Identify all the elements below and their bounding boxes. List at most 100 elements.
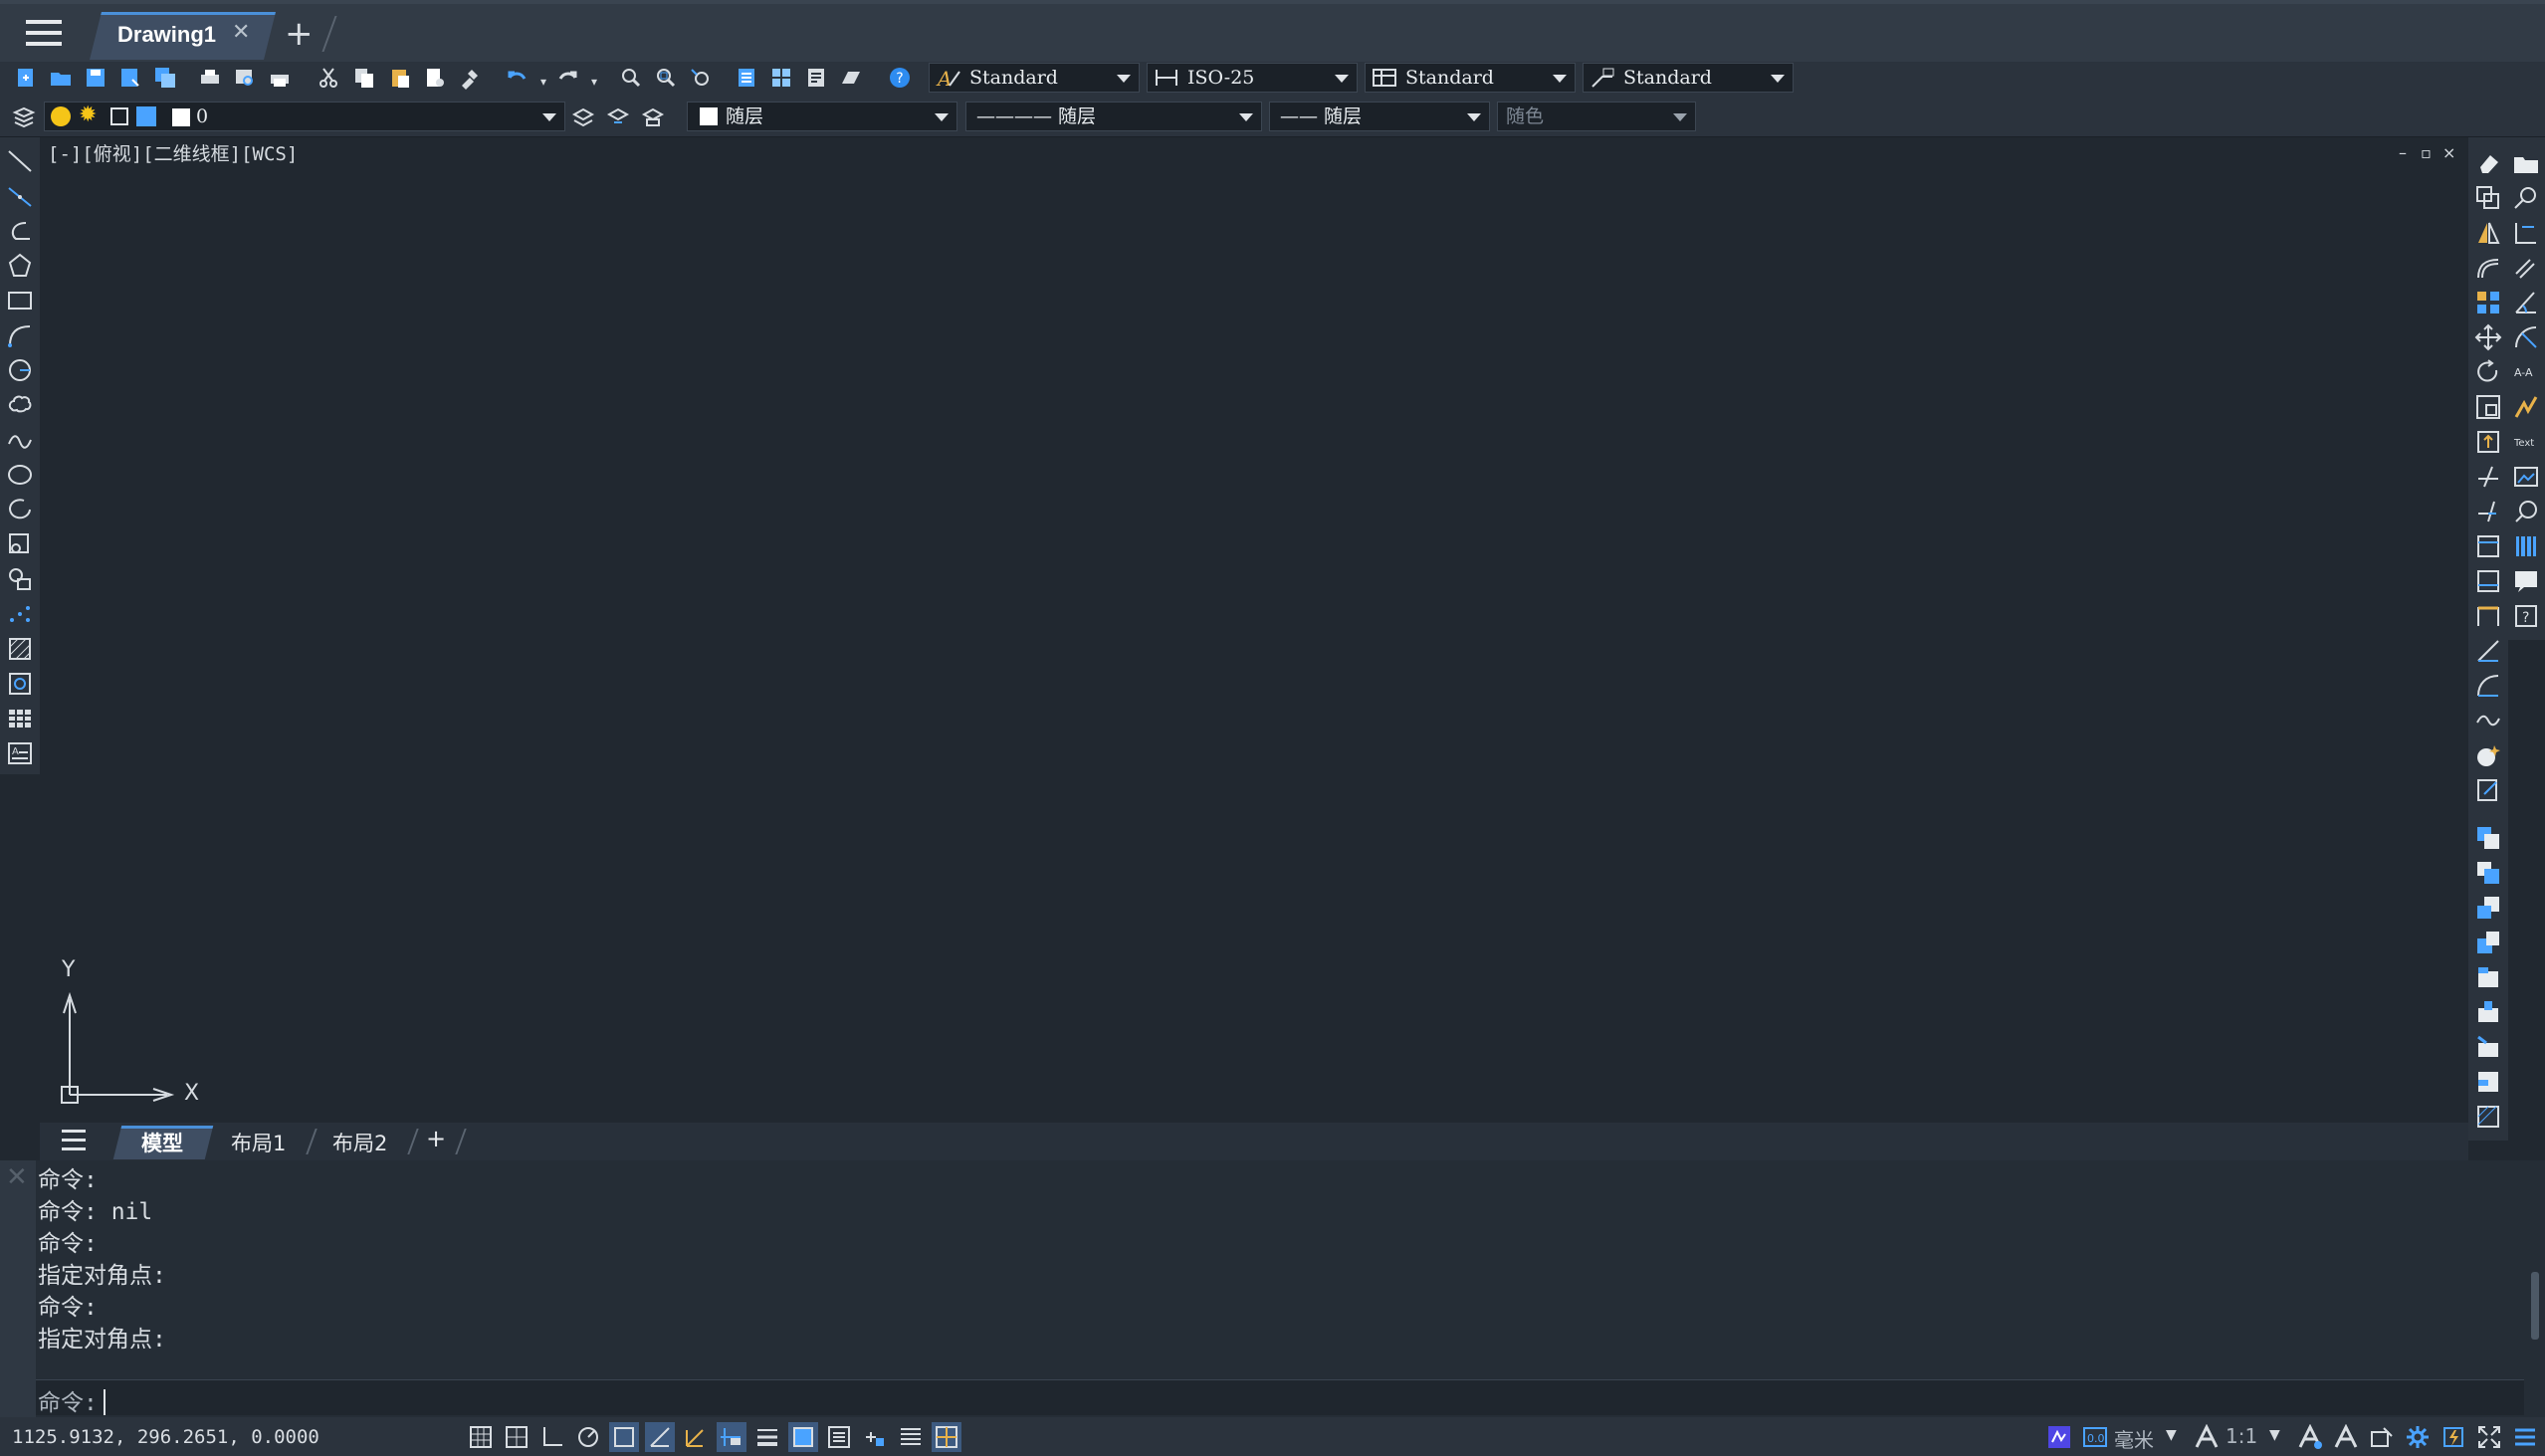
stretch-icon[interactable] [2474,428,2502,456]
construction-line-icon[interactable] [6,182,34,210]
linetype-select[interactable]: ———— 随层 [965,102,1262,131]
match-properties-icon[interactable] [456,64,484,92]
units-value[interactable]: 毫米 [2114,1424,2154,1453]
attach-reference-icon[interactable] [2512,498,2540,525]
viewport-restore-icon[interactable]: ▫ [2421,143,2432,162]
properties-icon[interactable] [733,64,760,92]
blend-curves-icon[interactable] [2474,707,2502,734]
region-icon[interactable] [6,670,34,698]
revision-cloud-icon[interactable] [6,391,34,419]
redo-icon[interactable] [553,64,581,92]
quick-properties-icon[interactable] [824,1422,854,1452]
plot-style-select[interactable]: 随色 [1497,102,1696,131]
pan-zoom-icon[interactable] [617,64,645,92]
aligned-dimension-icon[interactable] [2512,254,2540,282]
extend-icon[interactable] [2474,498,2502,525]
trim-icon[interactable] [2474,463,2502,491]
text-to-front-icon[interactable] [2474,963,2502,991]
tab-layout2[interactable]: 布局2 [332,1128,387,1157]
text-icon[interactable]: Text [2512,428,2540,456]
text-style-select[interactable]: A Standard [929,63,1140,93]
undo-icon[interactable] [504,64,531,92]
workspace-icon[interactable] [2044,1422,2074,1452]
hatches-to-back-icon[interactable] [2474,1103,2502,1131]
scale-icon[interactable] [2474,393,2502,421]
lineweight-icon[interactable] [752,1422,782,1452]
sheet-set-icon[interactable] [837,64,865,92]
lock-ui-icon[interactable] [2367,1422,2397,1452]
leaders-to-front-icon[interactable] [2474,1033,2502,1061]
dynamic-ucs-icon[interactable] [681,1422,711,1452]
draworder-front-icon[interactable] [2474,824,2502,852]
join-icon[interactable] [2474,602,2502,630]
annotation-monitor-icon[interactable] [896,1422,926,1452]
viewport-close-icon[interactable]: × [2442,143,2455,162]
create-block-icon[interactable] [6,565,34,593]
scale-dropdown-icon[interactable]: ▼ [2269,1427,2280,1443]
save-all-icon[interactable] [151,64,179,92]
point-icon[interactable] [6,600,34,628]
scrollbar-thumb[interactable] [2531,1272,2539,1340]
polyline-icon[interactable] [6,217,34,245]
markup-icon[interactable] [2512,567,2540,595]
annotations-to-front-icon[interactable] [2474,1068,2502,1096]
add-layout-button[interactable]: + [426,1125,446,1152]
dynamic-input-icon[interactable] [717,1422,746,1452]
dim-text-edit-icon[interactable]: A-A [2512,358,2540,386]
customize-menu-icon[interactable] [2510,1422,2540,1452]
fillet-icon[interactable] [2474,672,2502,700]
fullscreen-icon[interactable] [2474,1422,2504,1452]
viewport-minimize-icon[interactable]: – [2399,143,2407,162]
tab-drawing1-label[interactable]: Drawing1 [117,22,216,48]
chamfer-icon[interactable] [2474,637,2502,665]
annotation-scale-icon[interactable] [2192,1422,2222,1452]
close-tab-icon[interactable]: ✕ [232,20,250,45]
help-icon[interactable]: ? [886,64,914,92]
hatch-icon[interactable] [6,635,34,663]
dims-to-front-icon[interactable] [2474,998,2502,1026]
viewport-controls-label[interactable]: [-][俯视][二维线框][WCS] [48,139,298,166]
tool-palettes-icon[interactable] [802,64,830,92]
insert-block-icon[interactable] [6,530,34,558]
transparency-icon[interactable] [788,1422,818,1452]
spline-icon[interactable] [6,426,34,454]
find-icon[interactable] [2512,184,2540,212]
3d-object-snap-icon[interactable] [932,1422,961,1452]
ellipse-icon[interactable] [6,461,34,489]
layout-menu-icon[interactable] [62,1130,86,1151]
radius-dimension-icon[interactable] [2512,323,2540,351]
redo-dropdown-icon[interactable]: ▾ [580,68,608,96]
table-style-select[interactable]: Standard [1365,63,1576,93]
copy-icon[interactable] [350,64,378,92]
lineweight-select[interactable]: —— 随层 [1269,102,1490,131]
save-icon[interactable] [82,64,109,92]
cursor-coordinates[interactable]: 1125.9132, 296.2651, 0.0000 [12,1426,319,1448]
model-space-icon[interactable] [466,1422,496,1452]
insert-image-icon[interactable] [2512,463,2540,491]
multileader-style-select[interactable]: Standard [1583,63,1794,93]
make-current-layer-icon[interactable] [569,103,597,130]
dim-style-select[interactable]: ISO-25 [1147,63,1358,93]
plot-icon[interactable] [266,64,294,92]
open-file-icon[interactable] [47,64,75,92]
selection-cycling-icon[interactable] [860,1422,890,1452]
zoom-window-icon[interactable] [652,64,680,92]
layer-manager-icon[interactable] [10,103,38,130]
break-icon[interactable] [2474,567,2502,595]
rectangle-icon[interactable] [6,287,34,314]
layer-previous-icon[interactable] [604,103,632,130]
command-prompt[interactable]: 命令: [38,1383,106,1417]
data-extraction-icon[interactable] [2512,532,2540,560]
cut-icon[interactable] [315,64,342,92]
draworder-under-icon[interactable] [2474,929,2502,956]
settings-gear-icon[interactable] [2403,1422,2433,1452]
mirror-icon[interactable] [2474,219,2502,247]
circle-icon[interactable] [6,356,34,384]
linear-dimension-icon[interactable] [2512,219,2540,247]
print-icon[interactable] [196,64,224,92]
copy-object-icon[interactable] [2474,184,2502,212]
tab-model-label[interactable]: 模型 [141,1128,183,1157]
command-input[interactable] [36,1379,2524,1415]
app-menu-icon[interactable] [26,20,62,50]
open-folder-icon[interactable] [2512,149,2540,177]
